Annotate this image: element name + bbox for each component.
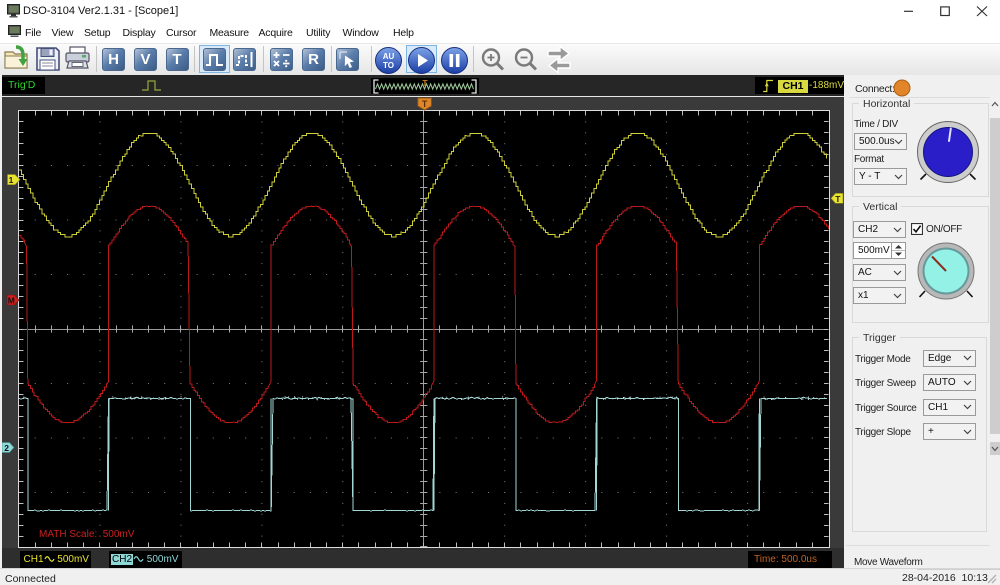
svg-text:M: M	[8, 296, 15, 306]
svg-text:2: 2	[4, 443, 9, 453]
svg-text:1: 1	[9, 175, 14, 185]
svg-text:T: T	[835, 194, 841, 204]
svg-text:AU: AU	[383, 52, 395, 61]
svg-text:MATH Scale: 500mV: MATH Scale: 500mV	[39, 529, 135, 540]
svg-text:TO: TO	[383, 61, 394, 70]
svg-text:T: T	[422, 78, 428, 88]
svg-text:T: T	[422, 99, 428, 109]
